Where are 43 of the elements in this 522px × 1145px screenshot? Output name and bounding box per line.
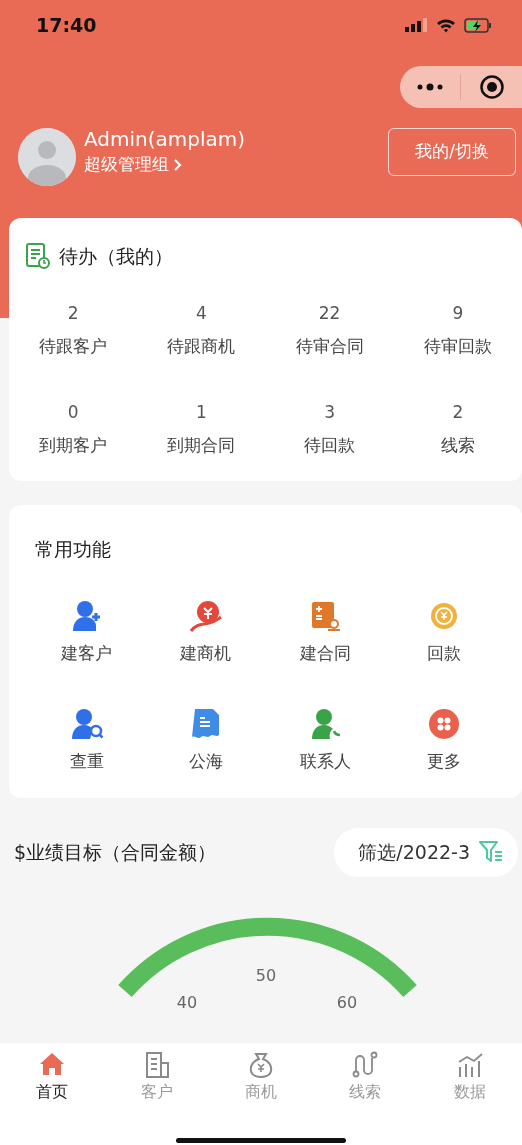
status-time: 17:40	[36, 12, 97, 38]
section-title: $业绩目标（合同金额）	[14, 840, 217, 865]
section-title: 常用功能	[35, 536, 112, 562]
function-item[interactable]: 建商机	[146, 599, 266, 667]
chevron-right-icon[interactable]	[173, 157, 182, 172]
todo-count: 1	[195, 400, 207, 424]
todo-count: 9	[452, 301, 464, 325]
wifi-icon	[436, 17, 456, 33]
todo-label[interactable]: 到期合同	[167, 433, 236, 459]
todo-count: 22	[318, 301, 341, 325]
todo-count: 0	[67, 400, 79, 424]
gauge-scale-label: 40	[176, 992, 198, 1012]
todo-label[interactable]: 到期客户	[39, 433, 108, 459]
function-item[interactable]: 建合同	[265, 599, 385, 667]
section-title: 待办（我的）	[59, 244, 173, 269]
user-name: Admin(amplam)	[84, 126, 247, 152]
todo-label[interactable]: 线索	[440, 433, 475, 459]
function-item[interactable]: 回款	[384, 599, 504, 667]
todo-count: 3	[324, 400, 336, 424]
more-icon[interactable]	[416, 83, 443, 91]
function-item[interactable]: 更多	[384, 706, 504, 774]
todo-label[interactable]: 待跟商机	[167, 334, 236, 360]
signal-icon	[404, 18, 428, 32]
close-target-icon[interactable]	[479, 74, 506, 100]
function-item[interactable]: 建客户	[27, 599, 147, 667]
todo-label[interactable]: 待审合同	[295, 334, 364, 360]
filter-button[interactable]: 筛选/2022-3	[334, 828, 518, 877]
todo-count: 4	[195, 301, 207, 325]
clipboard-clock-icon	[25, 242, 51, 271]
gauge-scale-label: 60	[336, 992, 358, 1012]
tab-bar-item[interactable]: 首页	[0, 1043, 105, 1111]
function-item[interactable]: 查重	[27, 706, 147, 774]
todo-count: 2	[67, 301, 79, 325]
avatar	[18, 128, 76, 186]
todo-label[interactable]: 待跟客户	[39, 334, 108, 360]
function-item[interactable]: 联系人	[265, 706, 385, 774]
todo-count: 2	[452, 400, 464, 424]
filter-icon	[478, 840, 504, 865]
todo-label[interactable]: 待回款	[304, 433, 356, 459]
todo-label[interactable]: 待审回款	[423, 334, 492, 360]
battery-charging-icon	[464, 17, 492, 33]
function-item[interactable]: 公海	[146, 706, 266, 774]
gauge-scale-label: 50	[255, 965, 277, 985]
